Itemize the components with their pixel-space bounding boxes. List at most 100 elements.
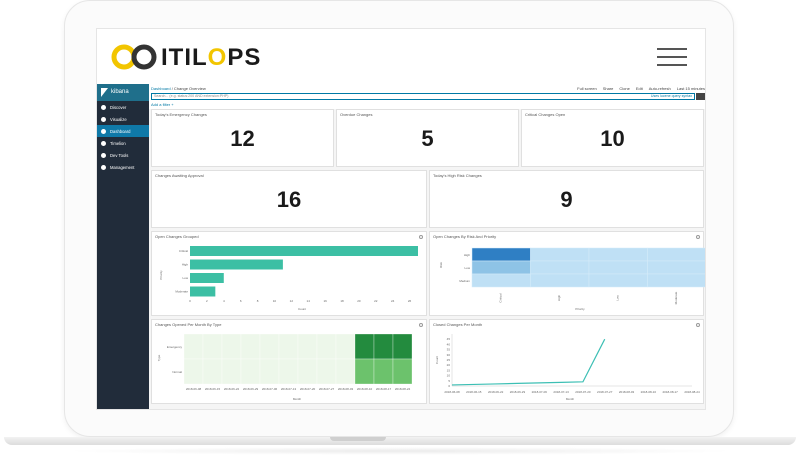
heatmap-cell[interactable] [354, 358, 375, 385]
topbar-action-clone[interactable]: Clone [619, 86, 629, 91]
laptop-base [4, 437, 796, 445]
sidebar-item-management[interactable]: Management [97, 161, 149, 173]
sidebar-item-label: Management [110, 164, 135, 170]
sidebar-item-discover[interactable]: Discover [97, 101, 149, 113]
panel-options-icon[interactable] [419, 323, 423, 327]
axis-label: Count [298, 307, 306, 311]
sidebar-item-dev-tools[interactable]: Dev Tools [97, 149, 149, 161]
tick-label: Critical [179, 249, 189, 253]
axis-label: Risk [439, 262, 443, 268]
panel-options-icon[interactable] [696, 235, 700, 239]
tick-label: 10 [447, 374, 451, 378]
tick-label: 12 [290, 299, 294, 303]
add-filter-link[interactable]: Add a filter + [149, 101, 705, 109]
heatmap-cell[interactable] [202, 333, 223, 360]
tick-label: Medium [459, 279, 470, 283]
infinity-logo-icon [111, 44, 157, 70]
panel-title: Open Changes By Risk And Priority [433, 234, 497, 239]
panel-title: Critical Changes Open [525, 112, 566, 117]
bar[interactable] [190, 286, 216, 297]
tick-label: 2018-07-27 [319, 387, 335, 391]
topbar-action-auto-refresh[interactable]: Auto-refresh [649, 86, 671, 91]
search-submit-button[interactable] [696, 93, 705, 100]
sidebar-item-label: Discover [110, 104, 127, 110]
heatmap-cell[interactable] [278, 358, 299, 385]
panel-options-icon[interactable] [419, 235, 423, 239]
topbar-action-share[interactable]: Share [603, 86, 614, 91]
series-line[interactable] [451, 338, 606, 386]
tick-label: 2018-08-17 [376, 387, 392, 391]
heatmap-cell[interactable] [183, 333, 204, 360]
tick-label: 6 [240, 299, 242, 303]
bar[interactable] [190, 273, 224, 283]
heatmap-cell[interactable] [259, 333, 280, 360]
heatmap-cell[interactable] [392, 358, 413, 385]
heatmap-cell[interactable] [392, 333, 413, 360]
search-input[interactable]: Search... (e.g. status:200 AND extension… [151, 93, 695, 100]
heatmap-cell[interactable] [240, 358, 261, 385]
compass-icon [101, 104, 106, 110]
sidebar-item-dashboard[interactable]: Dashboard [97, 125, 149, 137]
lucene-syntax-link[interactable]: Uses lucene query syntax [651, 94, 692, 99]
search-row: Search... (e.g. status:200 AND extension… [149, 92, 705, 101]
heatmap-cell[interactable] [588, 273, 648, 288]
heatmap-cell[interactable] [471, 260, 531, 275]
heatmap-cell[interactable] [240, 333, 261, 360]
tick-label: 2018-07-13 [281, 387, 297, 391]
tick-label: 40 [447, 342, 451, 346]
breadcrumb-root[interactable]: Dashboard [151, 86, 171, 91]
gear-icon [101, 164, 106, 170]
heatmap-cell[interactable] [278, 333, 299, 360]
tick-label: 2018-08-03 [338, 387, 354, 391]
tick-label: 2018-06-22 [488, 390, 504, 394]
brand-logo-text: ITILOPS [161, 44, 261, 72]
heatmap-cell[interactable] [183, 358, 204, 385]
heatmap-cell[interactable] [202, 358, 223, 385]
sidebar-item-timelion[interactable]: Timelion [97, 137, 149, 149]
heatmap-cell[interactable] [530, 260, 590, 275]
heatmap-cell[interactable] [647, 247, 706, 262]
heatmap-cell[interactable] [588, 260, 648, 275]
heatmap-cell[interactable] [316, 333, 337, 360]
bar[interactable] [190, 259, 283, 270]
heatmap-cell[interactable] [373, 358, 394, 385]
heatmap-cell[interactable] [647, 273, 706, 288]
tick-label: 10 [273, 299, 277, 303]
heatmap-cell[interactable] [471, 273, 531, 288]
heatmap-cell[interactable] [588, 247, 648, 262]
tick-label: 2018-06-22 [224, 387, 240, 391]
heatmap-cell[interactable] [221, 333, 242, 360]
tick-label: 5 [448, 379, 450, 383]
kibana-k-icon [101, 88, 108, 97]
tick-label: 2018-08-10 [357, 387, 373, 391]
heatmap-cell[interactable] [297, 333, 318, 360]
tick-label: 2018-07-27 [597, 390, 613, 394]
axis-label: Priority [575, 307, 585, 311]
brand-bar: ITILOPS [97, 29, 705, 84]
panel-title: Today's Emergency Changes [155, 112, 207, 117]
heatmap-cell[interactable] [335, 358, 356, 385]
sidebar-item-visualize[interactable]: Visualize [97, 113, 149, 125]
heatmap-cell[interactable] [354, 333, 375, 360]
metric-panel: Critical Changes Open 10 [521, 109, 704, 167]
laptop-shadow [60, 447, 740, 455]
chart-icon [101, 116, 106, 122]
bar[interactable] [190, 246, 418, 256]
panel-options-icon[interactable] [696, 323, 700, 327]
topbar-action-last-15-minutes[interactable]: Last 15 minutes [677, 86, 705, 91]
heatmap-cell[interactable] [647, 260, 706, 275]
heatmap-cell[interactable] [259, 358, 280, 385]
heatmap-cell[interactable] [530, 273, 590, 288]
topbar-action-full-screen[interactable]: Full screen [577, 86, 597, 91]
heatmap-cell[interactable] [316, 358, 337, 385]
topbar-action-edit[interactable]: Edit [636, 86, 643, 91]
heatmap-cell[interactable] [335, 333, 356, 360]
heatmap-cell[interactable] [297, 358, 318, 385]
dashboard-main: Dashboard / Change Overview Full screen S… [149, 84, 706, 409]
heatmap-cell[interactable] [530, 247, 590, 262]
tick-label: 2018-06-08 [444, 390, 460, 394]
heatmap-cell[interactable] [221, 358, 242, 385]
heatmap-cell[interactable] [471, 247, 531, 262]
hamburger-menu-icon[interactable] [657, 48, 687, 66]
heatmap-cell[interactable] [373, 333, 394, 360]
